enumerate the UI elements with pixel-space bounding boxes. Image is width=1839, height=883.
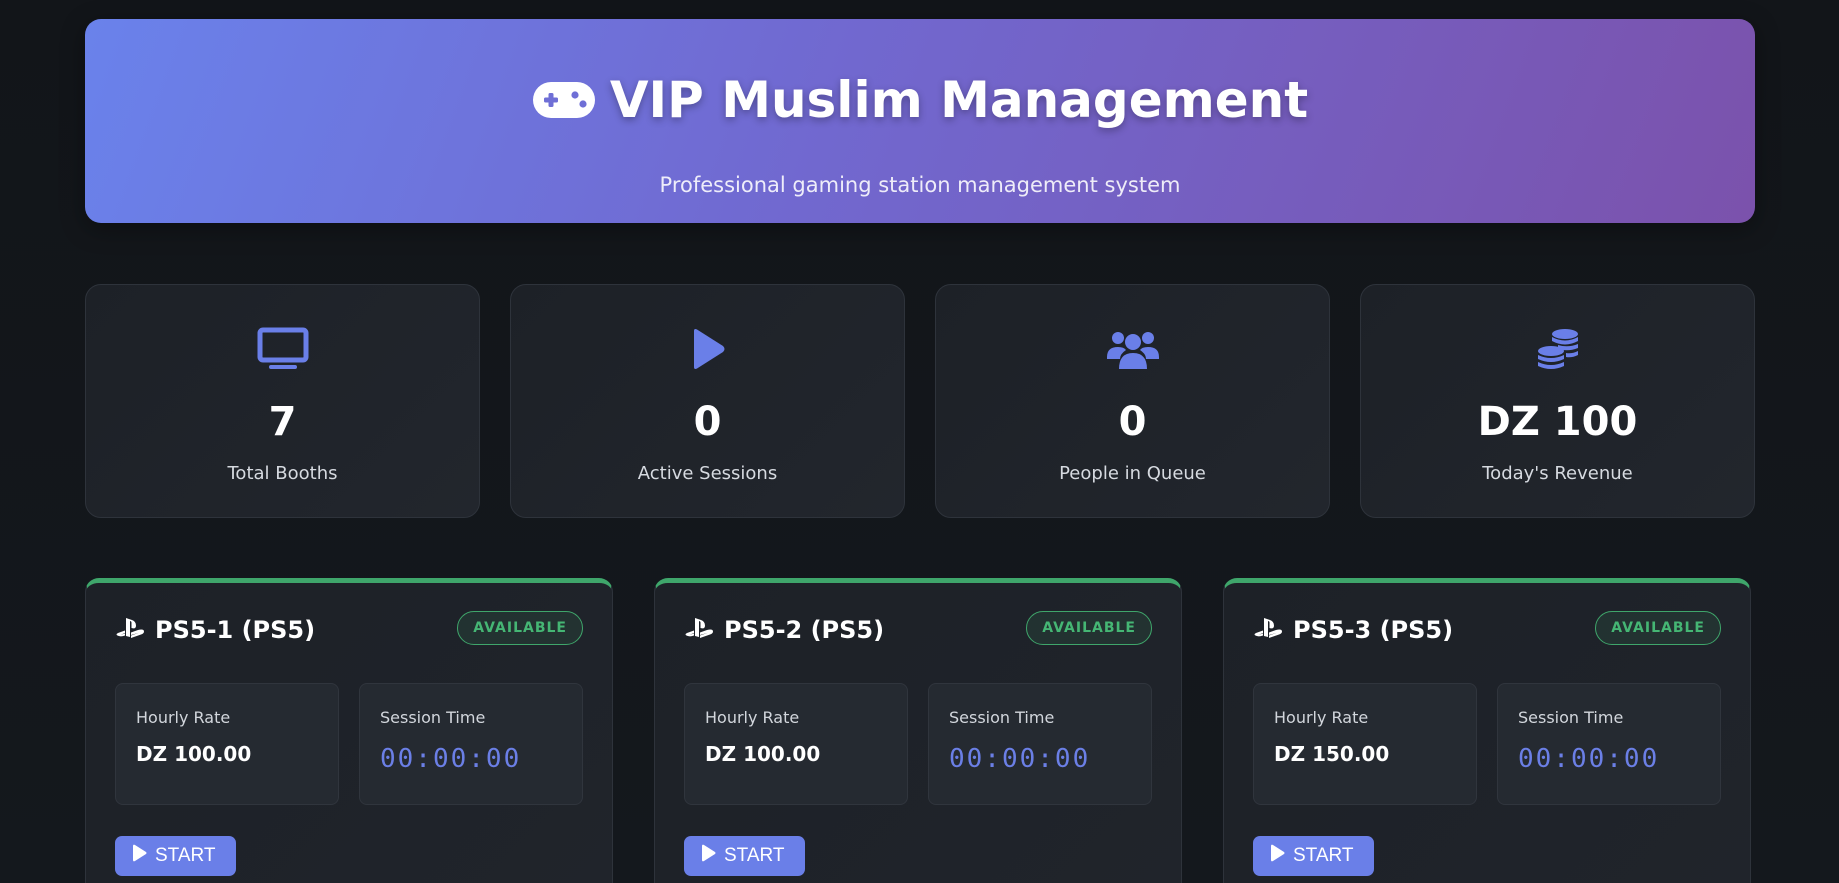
hourly-rate-label: Hourly Rate (136, 708, 231, 727)
stat-card-queue: 0 People in Queue (935, 284, 1330, 518)
booth-info: Hourly Rate DZ 100.00 Session Time 00:00… (115, 683, 583, 805)
stat-label: Active Sessions (637, 463, 778, 484)
stat-value: 0 (1118, 399, 1147, 445)
play-icon (1269, 844, 1285, 868)
hourly-rate-box: Hourly Rate DZ 100.00 (684, 683, 908, 805)
session-time-label: Session Time (380, 708, 486, 727)
stat-card-revenue: DZ 100 Today's Revenue (1360, 284, 1755, 518)
start-button-label: START (724, 845, 785, 866)
hourly-rate-box: Hourly Rate DZ 150.00 (1253, 683, 1477, 805)
playstation-icon (684, 617, 714, 643)
hourly-rate-label: Hourly Rate (1274, 708, 1369, 727)
status-badge: AVAILABLE (1595, 611, 1721, 645)
play-icon (700, 844, 716, 868)
session-time-label: Session Time (1518, 708, 1624, 727)
stat-label: Today's Revenue (1482, 463, 1633, 484)
start-button[interactable]: START (684, 836, 805, 876)
booth-header: PS5-3 (PS5) (1253, 616, 1453, 644)
session-timer: 00:00:00 (380, 744, 522, 774)
booth-grid: PS5-1 (PS5) AVAILABLE Hourly Rate DZ 100… (85, 578, 1755, 883)
status-badge: AVAILABLE (457, 611, 583, 645)
start-button[interactable]: START (1253, 836, 1374, 876)
session-time-box: Session Time 00:00:00 (1497, 683, 1721, 805)
booth-name: PS5-3 (PS5) (1293, 616, 1454, 644)
stat-label: People in Queue (1059, 463, 1206, 484)
booth-header: PS5-2 (PS5) (684, 616, 884, 644)
stats-row: 7 Total Booths 0 Active Sessions 0 Peopl… (85, 284, 1755, 518)
start-button-label: START (1293, 845, 1354, 866)
stat-value: 7 (268, 399, 297, 445)
start-button[interactable]: START (115, 836, 236, 876)
users-icon (936, 327, 1329, 371)
hourly-rate-label: Hourly Rate (705, 708, 800, 727)
hourly-rate-value: DZ 100.00 (705, 742, 821, 766)
page-subtitle: Professional gaming station management s… (659, 173, 1181, 197)
booth-card-ps5-1: PS5-1 (PS5) AVAILABLE Hourly Rate DZ 100… (85, 578, 613, 883)
booth-info: Hourly Rate DZ 150.00 Session Time 00:00… (1253, 683, 1721, 805)
hourly-rate-box: Hourly Rate DZ 100.00 (115, 683, 339, 805)
play-icon (511, 327, 904, 371)
monitor-icon (86, 327, 479, 371)
stat-card-active-sessions: 0 Active Sessions (510, 284, 905, 518)
page-title: VIP Muslim Management (85, 71, 1755, 129)
session-time-label: Session Time (949, 708, 1055, 727)
booth-card-ps5-2: PS5-2 (PS5) AVAILABLE Hourly Rate DZ 100… (654, 578, 1182, 883)
header-banner: VIP Muslim Management Professional gamin… (85, 19, 1755, 223)
playstation-icon (115, 617, 145, 643)
session-time-box: Session Time 00:00:00 (359, 683, 583, 805)
playstation-icon (1253, 617, 1283, 643)
gamepad-icon (532, 80, 596, 120)
booth-info: Hourly Rate DZ 100.00 Session Time 00:00… (684, 683, 1152, 805)
coins-icon (1361, 327, 1754, 371)
title-text: VIP Muslim Management (609, 71, 1309, 129)
stat-value: DZ 100 (1477, 399, 1638, 445)
stat-label: Total Booths (227, 463, 338, 484)
booth-name: PS5-2 (PS5) (724, 616, 885, 644)
status-badge: AVAILABLE (1026, 611, 1152, 645)
session-timer: 00:00:00 (1518, 744, 1660, 774)
hourly-rate-value: DZ 100.00 (136, 742, 252, 766)
stat-card-total-booths: 7 Total Booths (85, 284, 480, 518)
hourly-rate-value: DZ 150.00 (1274, 742, 1390, 766)
session-time-box: Session Time 00:00:00 (928, 683, 1152, 805)
session-timer: 00:00:00 (949, 744, 1091, 774)
booth-name: PS5-1 (PS5) (155, 616, 316, 644)
booth-card-ps5-3: PS5-3 (PS5) AVAILABLE Hourly Rate DZ 150… (1223, 578, 1751, 883)
dashboard-page: VIP Muslim Management Professional gamin… (0, 0, 1839, 883)
start-button-label: START (155, 845, 216, 866)
stat-value: 0 (693, 399, 722, 445)
play-icon (131, 844, 147, 868)
booth-header: PS5-1 (PS5) (115, 616, 315, 644)
